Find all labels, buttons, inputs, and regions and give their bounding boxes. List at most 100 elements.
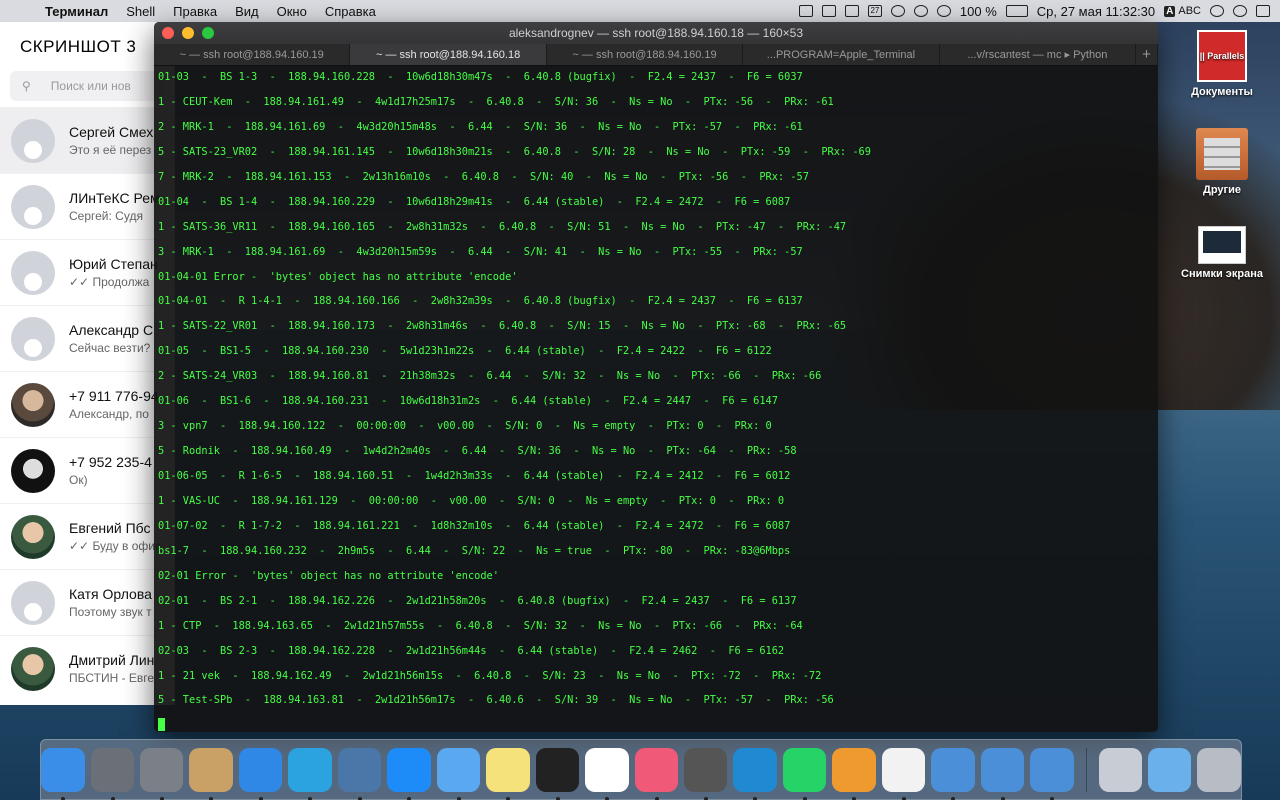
calendar-icon[interactable]: 27	[867, 5, 882, 17]
terminal-line: 1 - CTP - 188.94.163.65 - 2w1d21h57m55s …	[158, 619, 803, 632]
terminal-titlebar[interactable]: aleksandrognev — ssh root@188.94.160.18 …	[154, 22, 1158, 44]
desktop-icon-label: Снимки экрана	[1181, 268, 1263, 280]
menubar-datetime[interactable]: Ср, 27 мая 11:32:30	[1037, 4, 1155, 19]
chat-last-message: Это я её перез	[69, 143, 152, 157]
notifications-off-icon[interactable]	[798, 5, 813, 17]
avatar	[11, 382, 55, 427]
system-preferences-icon[interactable]	[139, 747, 184, 800]
siri-icon[interactable]	[1233, 5, 1247, 17]
menu-app-name[interactable]: Терминал	[36, 4, 117, 19]
avatar	[11, 118, 55, 163]
terminal-line: 3 - MRK-1 - 188.94.161.69 - 4w3d20h15m59…	[158, 245, 803, 258]
display-icon[interactable]	[844, 5, 859, 17]
menu-edit[interactable]: Правка	[164, 4, 226, 19]
document-icon[interactable]	[881, 747, 926, 800]
input-source[interactable]: A ABC	[1164, 5, 1201, 17]
music-icon[interactable]	[634, 747, 678, 800]
running-indicator	[901, 796, 906, 800]
new-tab-button[interactable]: +	[1136, 44, 1158, 65]
terminal-line: 1 - SATS-36_VR11 - 188.94.160.165 - 2w8h…	[158, 220, 847, 233]
menu-view[interactable]: Вид	[226, 4, 268, 19]
trash-icon[interactable]	[1197, 747, 1241, 792]
terminal-line: 01-06-05 - R 1-6-5 - 188.94.160.51 - 1w4…	[158, 470, 791, 482]
vk-icon[interactable]	[337, 747, 382, 800]
desktop-icon-other[interactable]: Другие	[1174, 128, 1270, 196]
terminal-tab[interactable]: ~ — ssh root@188.94.160.19	[154, 44, 351, 65]
terminal-line: 2 - SATS-24_VR03 - 188.94.160.81 - 21h38…	[158, 370, 822, 383]
chat-item[interactable]: +7 952 235-4 Ок)	[0, 437, 174, 503]
dock-separator	[1085, 747, 1087, 792]
chat-item[interactable]: Александр С Сейчас везти?	[0, 305, 174, 371]
messenger-search[interactable]: ⚲ Поиск или нов	[10, 71, 164, 101]
messenger-title: СКРИНШОТ 3	[20, 37, 137, 56]
applications-folder-icon[interactable]	[1148, 747, 1192, 792]
telegram-icon[interactable]	[288, 747, 332, 800]
terminal-cursor	[158, 718, 165, 732]
terminal-output[interactable]: 01-03 - BS 1-3 - 188.94.160.228 - 10w6d1…	[154, 66, 1158, 732]
running-indicator	[506, 796, 511, 800]
terminal-line: 02-03 - BS 2-3 - 188.94.162.228 - 2w1d21…	[158, 644, 785, 657]
chat-item[interactable]: Сергей Смех Это я её перез	[0, 107, 174, 173]
mail-stamp-icon[interactable]	[189, 747, 233, 800]
messenger-window[interactable]: СКРИНШОТ 3 ⚲ Поиск или нов Сергей Смех Эт…	[0, 22, 175, 705]
chat-last-message: ПБСТИН - Евге	[69, 671, 155, 685]
file-cabinet-icon	[1196, 128, 1248, 180]
terminal-tab[interactable]: ~ — ssh root@188.94.160.19	[547, 44, 744, 65]
terminal-line: 02-01 - BS 2-1 - 188.94.162.226 - 2w1d21…	[158, 594, 797, 607]
winbox-icon-3[interactable]	[1030, 747, 1074, 800]
notification-center-icon[interactable]	[1256, 5, 1270, 17]
menu-shell[interactable]: Shell	[117, 4, 164, 19]
notes-icon[interactable]	[486, 747, 530, 800]
running-indicator	[852, 796, 857, 800]
battery-icon[interactable]	[1005, 5, 1028, 17]
messages-icon[interactable]	[436, 747, 481, 800]
sublime-icon[interactable]	[832, 747, 876, 800]
terminal-icon[interactable]	[535, 747, 580, 800]
chat-last-message: Поэтому звук т	[69, 605, 152, 619]
chat-item[interactable]: Евгений Пбс ✓✓ Буду в офис	[0, 503, 174, 569]
running-indicator	[703, 796, 708, 800]
terminal-tab[interactable]: ...PROGRAM=Apple_Terminal	[743, 44, 940, 65]
winbox-icon[interactable]	[931, 747, 975, 800]
wifi-icon[interactable]	[913, 5, 928, 17]
desktop-icon-documents[interactable]: || Parallels Документы	[1174, 30, 1270, 98]
running-indicator	[209, 796, 214, 800]
chat-item[interactable]: Катя Орлова Поэтому звук т	[0, 569, 174, 635]
terminal-line: 01-04-01 Error - 'bytes' object has no a…	[158, 270, 518, 283]
terminal-line: 01-04 - BS 1-4 - 188.94.160.229 - 10w6d1…	[158, 195, 791, 208]
winbox-icon-2[interactable]	[980, 747, 1025, 800]
battery-percent[interactable]: 100 %	[960, 4, 997, 19]
messenger-icon[interactable]	[387, 747, 431, 800]
running-indicator	[555, 796, 560, 800]
whatsapp-icon[interactable]	[782, 747, 827, 800]
running-indicator	[951, 796, 956, 800]
disk-utility-icon[interactable]	[683, 747, 728, 800]
terminal-window[interactable]: aleksandrognev — ssh root@188.94.160.18 …	[154, 22, 1158, 732]
group-avatar	[11, 184, 55, 229]
terminal-line: 01-03 - BS 1-3 - 188.94.160.228 - 10w6d1…	[158, 71, 803, 83]
finder-icon[interactable]	[41, 747, 85, 800]
photos-icon[interactable]	[585, 747, 629, 800]
running-indicator	[308, 796, 313, 800]
menu-help[interactable]: Справка	[316, 4, 385, 19]
chat-last-message: ✓✓ Продолжа	[69, 275, 150, 289]
menu-bar: Терминал Shell Правка Вид Окно Справка 2…	[0, 0, 1280, 22]
menu-window[interactable]: Окно	[268, 4, 316, 19]
running-indicator	[605, 796, 610, 800]
spotlight-search-icon[interactable]	[1210, 5, 1224, 17]
chat-item[interactable]: Юрий Степан ✓✓ Продолжа	[0, 239, 174, 305]
volume-icon[interactable]	[936, 5, 951, 17]
chat-item[interactable]: Дмитрий Лин ПБСТИН - Евге	[0, 635, 174, 701]
terminal-tab[interactable]: ...v/rscantest — mc ▸ Python	[940, 44, 1137, 65]
network-status-icon[interactable]	[821, 5, 836, 17]
vscode-icon[interactable]	[733, 747, 777, 800]
desktop-icon-screenshots[interactable]: Снимки экрана	[1174, 226, 1270, 280]
launchpad-icon[interactable]	[90, 747, 134, 800]
downloads-icon[interactable]	[1098, 747, 1143, 792]
terminal-tab-active[interactable]: ~ — ssh root@188.94.160.18	[350, 44, 547, 65]
terminal-line: 2 - MRK-1 - 188.94.161.69 - 4w3d20h15m48…	[158, 120, 803, 133]
chat-item[interactable]: ЛИнТеКС Рем Сергей: Судя	[0, 173, 174, 239]
chat-item[interactable]: +7 911 776-94 Александр, по	[0, 371, 174, 437]
bluetooth-icon[interactable]	[890, 5, 905, 17]
safari-icon[interactable]	[238, 747, 283, 800]
